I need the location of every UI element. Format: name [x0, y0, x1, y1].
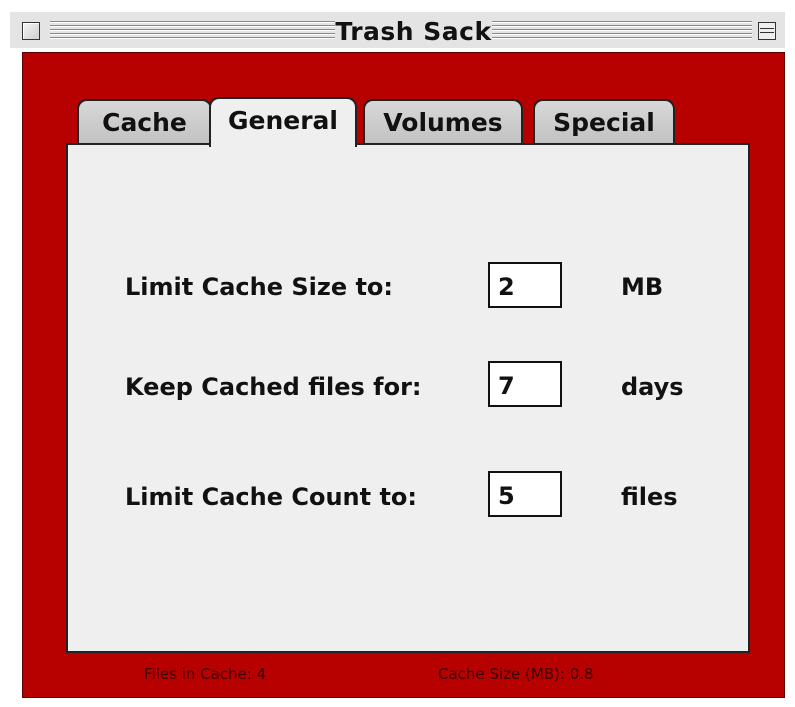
window-body: Cache General Volumes Special Limit Cach… — [22, 52, 785, 698]
limit-cache-count-label: Limit Cache Count to: — [125, 483, 417, 511]
cache-size-unit: MB — [621, 273, 664, 301]
title-bar[interactable]: Trash Sack — [10, 10, 785, 48]
cache-size-status: Cache Size (MB): 0.8 — [438, 665, 594, 683]
close-box-icon[interactable] — [22, 22, 40, 40]
general-panel: Limit Cache Size to: MB Keep Cached file… — [66, 143, 750, 653]
cache-count-unit: files — [621, 483, 678, 511]
keep-cached-files-label: Keep Cached files for: — [125, 373, 422, 401]
trash-sack-window: Trash Sack Cache General Volumes Special… — [0, 0, 795, 707]
title-bar-stripes-left — [50, 21, 335, 41]
files-in-cache-status: Files in Cache: 4 — [144, 665, 267, 683]
window-title: Trash Sack — [335, 16, 492, 48]
collapse-box-icon[interactable] — [758, 22, 776, 40]
keep-days-field[interactable] — [488, 361, 562, 407]
tab-volumes[interactable]: Volumes — [363, 99, 523, 144]
limit-cache-size-label: Limit Cache Size to: — [125, 273, 394, 301]
cache-count-field[interactable] — [488, 471, 562, 517]
tab-cache[interactable]: Cache — [77, 99, 212, 144]
tab-special[interactable]: Special — [533, 99, 675, 144]
cache-size-field[interactable] — [488, 262, 562, 308]
keep-days-unit: days — [621, 373, 684, 401]
tab-general[interactable]: General — [209, 97, 357, 147]
title-bar-stripes-right — [492, 21, 752, 41]
